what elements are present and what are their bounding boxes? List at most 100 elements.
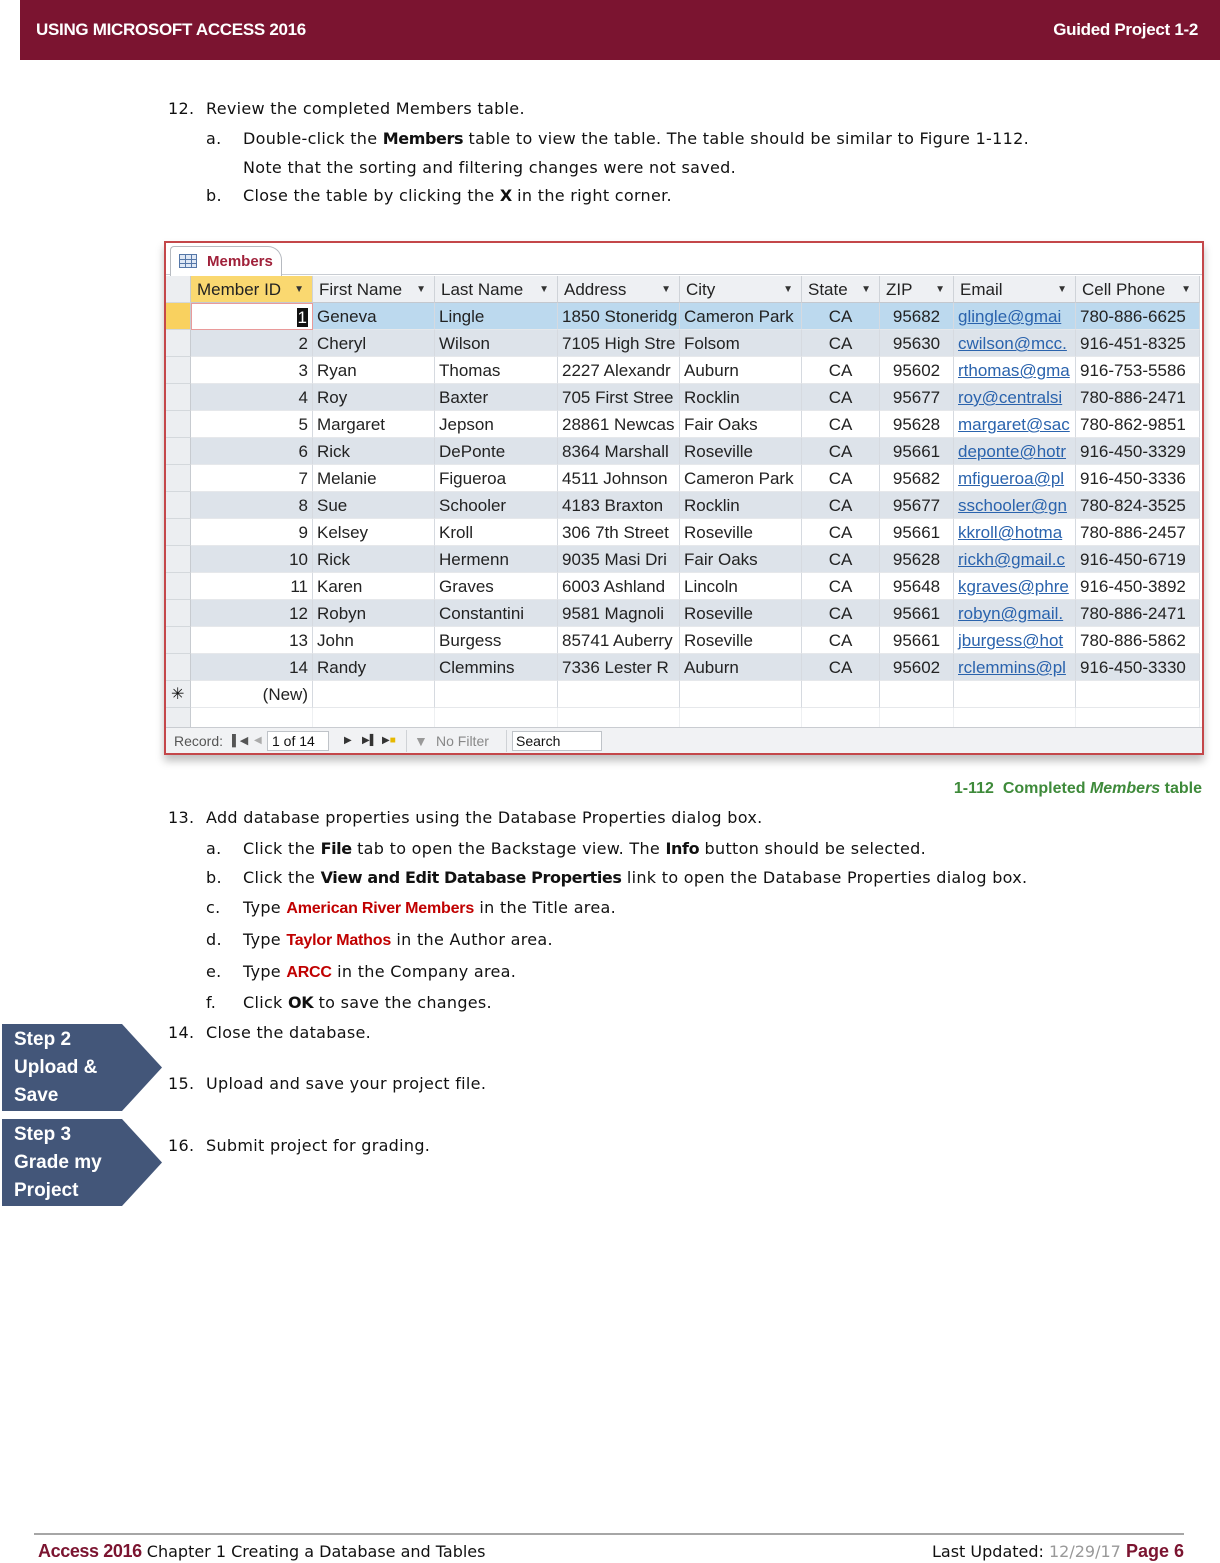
email-link[interactable]: rclemmins@pl — [958, 658, 1066, 677]
record-selector[interactable] — [166, 303, 191, 330]
table-cell[interactable] — [880, 681, 954, 708]
table-cell[interactable]: 10 — [191, 546, 313, 573]
table-cell[interactable]: CA — [802, 384, 880, 411]
table-cell[interactable]: 8 — [191, 492, 313, 519]
table-cell[interactable]: 916-450-3892 — [1076, 573, 1200, 600]
table-cell[interactable]: (New) — [191, 681, 313, 708]
table-cell[interactable]: 9581 Magnoli — [558, 600, 680, 627]
table-cell[interactable]: 780-886-2471 — [1076, 600, 1200, 627]
dropdown-arrow-icon[interactable]: ▼ — [416, 276, 426, 302]
table-cell[interactable]: 13 — [191, 627, 313, 654]
table-cell[interactable]: Rocklin — [680, 384, 802, 411]
record-selector[interactable] — [166, 411, 191, 438]
record-selector[interactable] — [166, 519, 191, 546]
table-cell[interactable]: 8364 Marshall — [558, 438, 680, 465]
table-cell[interactable]: 4511 Johnson — [558, 465, 680, 492]
email-link[interactable]: jburgess@hot — [958, 631, 1063, 650]
record-selector[interactable] — [166, 627, 191, 654]
table-cell[interactable]: Cheryl — [313, 330, 435, 357]
table-cell[interactable]: glingle@gmai — [954, 303, 1076, 330]
table-cell[interactable]: 95677 — [880, 492, 954, 519]
table-cell[interactable]: Ryan — [313, 357, 435, 384]
table-cell[interactable]: 95628 — [880, 411, 954, 438]
table-cell[interactable]: Fair Oaks — [680, 411, 802, 438]
record-selector[interactable] — [166, 330, 191, 357]
table-cell[interactable]: 7105 High Stre — [558, 330, 680, 357]
email-link[interactable]: deponte@hotr — [958, 442, 1066, 461]
table-cell[interactable]: Kelsey — [313, 519, 435, 546]
table-cell[interactable]: Rocklin — [680, 492, 802, 519]
table-cell[interactable]: 6003 Ashland — [558, 573, 680, 600]
record-selector[interactable]: ✳ — [166, 681, 191, 708]
table-cell[interactable]: rickh@gmail.c — [954, 546, 1076, 573]
table-row[interactable]: 11 Karen Graves 6003 Ashland Lincoln CA 95648 k… — [166, 573, 1202, 600]
table-cell[interactable]: jburgess@hot — [954, 627, 1076, 654]
table-cell[interactable]: 6 — [191, 438, 313, 465]
table-cell[interactable]: Baxter — [435, 384, 558, 411]
table-cell[interactable]: 95661 — [880, 438, 954, 465]
dropdown-arrow-icon[interactable]: ▼ — [294, 276, 304, 302]
table-cell[interactable]: 5 — [191, 411, 313, 438]
table-cell[interactable]: 916-450-6719 — [1076, 546, 1200, 573]
table-cell[interactable]: CA — [802, 546, 880, 573]
table-cell[interactable]: Schooler — [435, 492, 558, 519]
table-cell[interactable]: CA — [802, 411, 880, 438]
first-record-icon[interactable]: ▌◀ — [232, 728, 248, 754]
table-cell[interactable]: Roseville — [680, 627, 802, 654]
table-cell[interactable]: 95630 — [880, 330, 954, 357]
table-row[interactable]: 14 Randy Clemmins 7336 Lester R Auburn CA 9560… — [166, 654, 1202, 681]
table-cell[interactable]: 85741 Auberry — [558, 627, 680, 654]
email-link[interactable]: kkroll@hotma — [958, 523, 1062, 542]
dropdown-arrow-icon[interactable]: ▼ — [539, 276, 549, 302]
table-cell[interactable]: roy@centralsi — [954, 384, 1076, 411]
record-selector[interactable] — [166, 438, 191, 465]
current-record-field[interactable]: 1 of 14 — [267, 731, 329, 751]
table-cell[interactable]: 1850 Stoneridg — [558, 303, 680, 330]
dropdown-arrow-icon[interactable]: ▼ — [661, 276, 671, 302]
table-cell[interactable]: CA — [802, 330, 880, 357]
table-cell[interactable]: 7 — [191, 465, 313, 492]
table-cell[interactable]: 916-753-5586 — [1076, 357, 1200, 384]
table-cell[interactable]: mfigueroa@pl — [954, 465, 1076, 492]
table-cell[interactable] — [558, 681, 680, 708]
table-cell[interactable]: Margaret — [313, 411, 435, 438]
table-cell[interactable]: 11 — [191, 573, 313, 600]
table-cell[interactable]: Hermenn — [435, 546, 558, 573]
table-cell[interactable]: 95677 — [880, 384, 954, 411]
column-header[interactable]: State ▼ — [802, 276, 880, 303]
column-header[interactable]: Last Name ▼ — [435, 276, 558, 303]
table-cell[interactable]: 916-450-3336 — [1076, 465, 1200, 492]
table-cell[interactable]: 95661 — [880, 600, 954, 627]
email-link[interactable]: kgraves@phre — [958, 577, 1069, 596]
record-selector[interactable] — [166, 465, 191, 492]
table-cell[interactable]: Thomas — [435, 357, 558, 384]
table-row[interactable]: 6 Rick DePonte 8364 Marshall Roseville CA 9566… — [166, 438, 1202, 465]
table-row[interactable]: 12 Robyn Constantini 9581 Magnoli Roseville C… — [166, 600, 1202, 627]
table-cell[interactable]: 780-886-5862 — [1076, 627, 1200, 654]
members-tab[interactable]: Members — [170, 246, 282, 276]
table-cell[interactable]: Kroll — [435, 519, 558, 546]
table-cell[interactable] — [1076, 681, 1200, 708]
email-link[interactable]: roy@centralsi — [958, 388, 1062, 407]
table-row[interactable]: 10 Rick Hermenn 9035 Masi Dri Fair Oaks CA 956… — [166, 546, 1202, 573]
table-cell[interactable]: Melanie — [313, 465, 435, 492]
table-cell[interactable]: kkroll@hotma — [954, 519, 1076, 546]
table-cell[interactable]: CA — [802, 600, 880, 627]
new-record-row[interactable]: ✳ (New) — [166, 681, 1202, 708]
table-cell[interactable]: CA — [802, 438, 880, 465]
table-cell[interactable]: 780-862-9851 — [1076, 411, 1200, 438]
column-header[interactable]: Address ▼ — [558, 276, 680, 303]
table-row[interactable]: 4 Roy Baxter 705 First Stree Rocklin CA 95677 r… — [166, 384, 1202, 411]
table-cell[interactable]: 780-824-3525 — [1076, 492, 1200, 519]
table-cell[interactable]: 95648 — [880, 573, 954, 600]
table-cell[interactable]: rthomas@gma — [954, 357, 1076, 384]
table-cell[interactable]: Rick — [313, 438, 435, 465]
record-selector[interactable] — [166, 600, 191, 627]
table-row[interactable]: 2 Cheryl Wilson 7105 High Stre Folsom CA 95630… — [166, 330, 1202, 357]
table-cell[interactable]: 306 7th Street — [558, 519, 680, 546]
table-cell[interactable]: DePonte — [435, 438, 558, 465]
email-link[interactable]: robyn@gmail. — [958, 604, 1063, 623]
dropdown-arrow-icon[interactable]: ▼ — [935, 276, 945, 302]
table-cell[interactable]: 916-451-8325 — [1076, 330, 1200, 357]
table-cell[interactable]: Roseville — [680, 519, 802, 546]
